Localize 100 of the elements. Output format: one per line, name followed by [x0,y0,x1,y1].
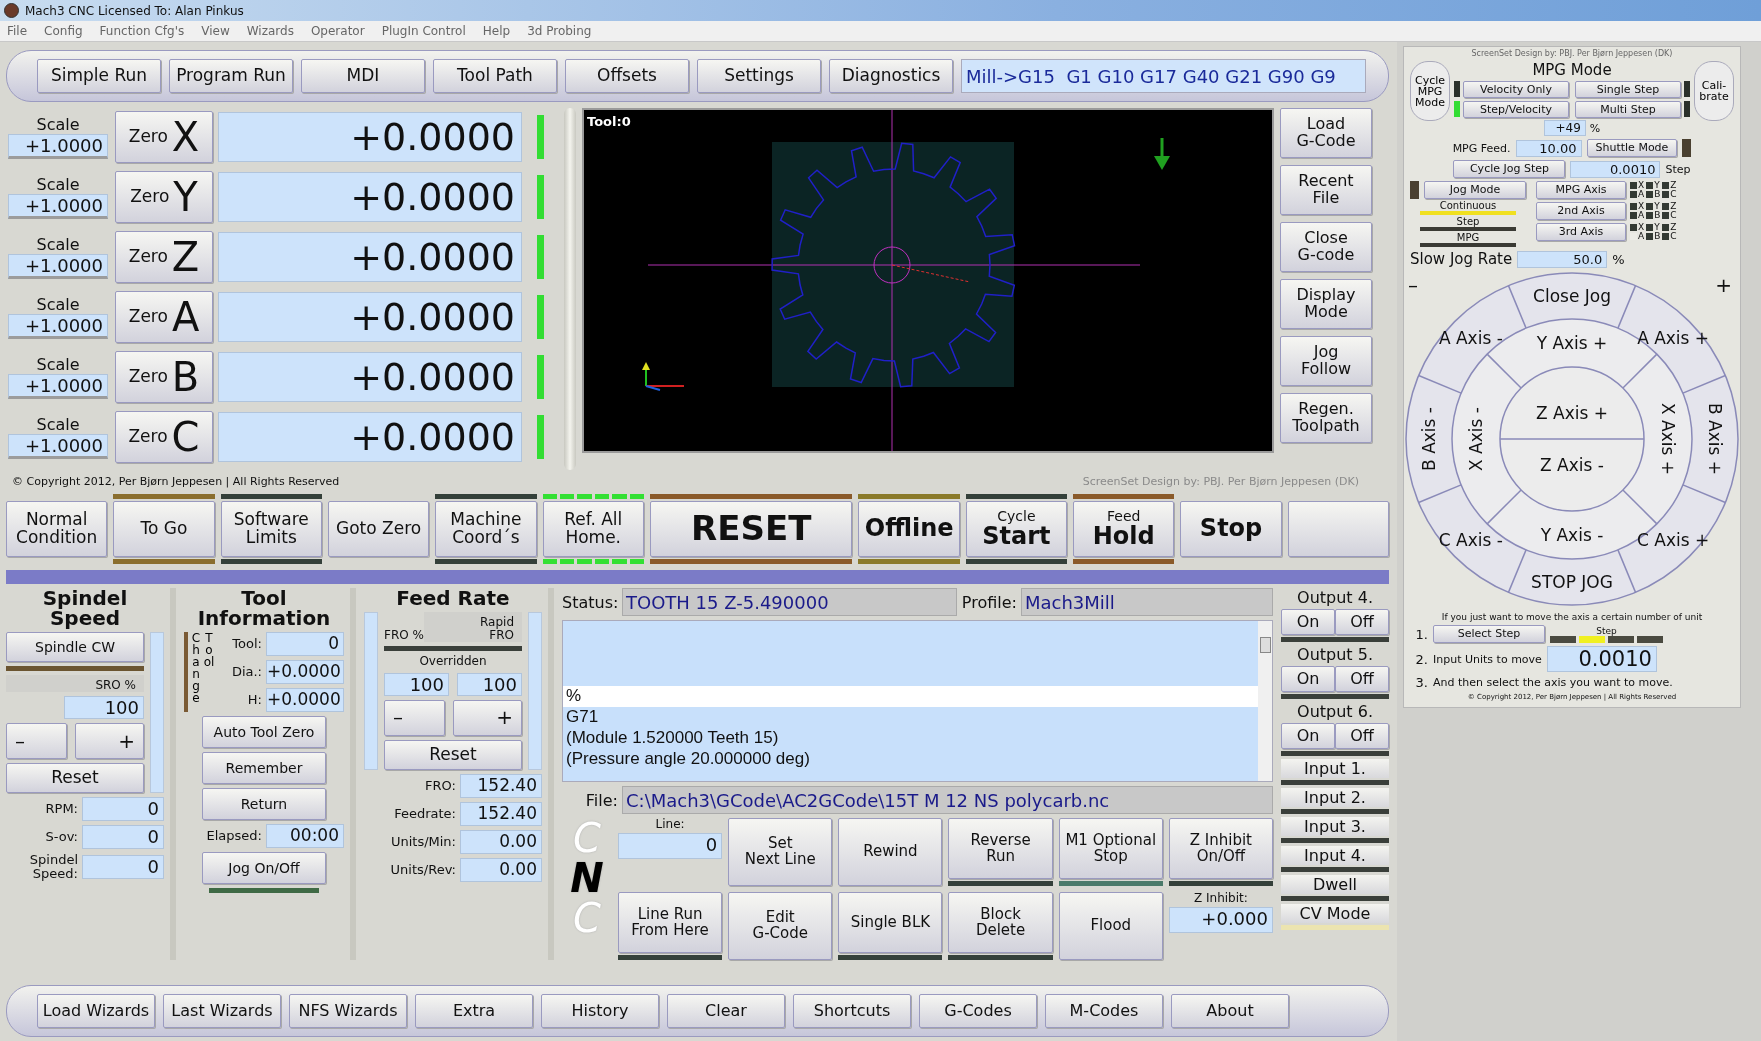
screen-tab[interactable]: Program Run [169,59,293,93]
axis-select-button[interactable]: 2nd Axis [1536,202,1626,220]
menu-item[interactable]: Config [44,24,83,38]
scale-field[interactable]: +1.0000 [8,134,108,159]
jog-button[interactable]: C Axis + [1637,530,1710,551]
scale-field[interactable]: +1.0000 [8,434,108,459]
reset-button[interactable]: Reset [384,739,522,770]
wizard-tab[interactable]: Load Wizards [37,994,155,1028]
jog-button[interactable]: C Axis - [1438,530,1503,551]
menu-item[interactable]: Wizards [246,24,294,38]
mpg-mode-button[interactable]: Step/Velocity [1463,101,1569,118]
wizard-tab[interactable]: About [1171,994,1289,1028]
program-button[interactable]: Single BLK [838,892,943,953]
units-field[interactable]: 0.0010 [1546,646,1657,672]
spindle-cw-button[interactable]: Spindle CW [6,632,144,662]
screen-tab[interactable]: Offsets [565,59,689,93]
menu-item[interactable]: View [201,24,230,38]
action-button[interactable]: Feed Hold [1073,501,1175,557]
decrease-button[interactable]: – [384,699,445,736]
menu-item[interactable]: Help [482,24,511,38]
action-button[interactable]: Offline [858,501,960,557]
off-button[interactable]: Off [1335,723,1389,749]
wizard-tab[interactable]: History [541,994,659,1028]
jog-button[interactable]: Close Jog [1533,286,1611,306]
scale-field[interactable]: +1.0000 [8,194,108,219]
reset-button[interactable]: Reset [6,763,144,794]
menu-item[interactable]: Function Cfg's [99,24,185,38]
blank-button[interactable] [1287,501,1390,557]
menu-item[interactable]: Operator [310,24,365,38]
scale-field[interactable]: +1.0000 [8,374,108,399]
wizard-tab[interactable]: Last Wizards [163,994,281,1028]
action-button[interactable]: Software Limits [220,501,322,557]
jog-button[interactable]: Z Axis + [1536,403,1608,423]
change-tool-button[interactable]: Change Tool [190,632,215,712]
action-button[interactable]: Machine Coord´s [435,501,537,557]
action-button[interactable]: Ref. All Home. [542,501,644,557]
gcode-line[interactable]: (Pressure angle 20.000000 deg) [563,749,1258,770]
program-button[interactable]: Set Next Line [728,818,833,886]
z-inhibit-field[interactable]: +0.000 [1168,907,1273,934]
jog-toggle-button[interactable]: Jog On/Off [202,852,326,884]
mpg-mode-button[interactable]: Single Step [1575,81,1681,98]
action-button[interactable]: Normal Condition [6,501,108,557]
jog-button[interactable]: Z Axis - [1540,455,1604,475]
action-button[interactable]: RESET [649,501,853,557]
on-button[interactable]: On [1281,609,1335,635]
shuttle-mode-button[interactable]: Shuttle Mode [1586,139,1678,157]
gcode-line[interactable]: (Module 1.520000 Teeth 15) [563,728,1258,749]
side-button[interactable]: Recent File [1280,165,1372,215]
wizard-tab[interactable]: Extra [415,994,533,1028]
increase-button[interactable]: + [75,723,144,760]
cycle-mpg-mode-button[interactable]: Cycle MPG Mode [1410,61,1450,121]
decrease-button[interactable]: – [6,723,67,760]
menu-item[interactable]: 3d Probing [527,24,592,38]
side-button[interactable]: Display Mode [1280,279,1372,329]
axis-select-button[interactable]: MPG Axis [1536,181,1626,199]
mpg-mode-button[interactable]: Velocity Only [1463,81,1569,98]
tool-button[interactable]: Auto Tool Zero [202,716,326,748]
program-button[interactable]: Block Delete [948,892,1053,953]
jog-mode-button[interactable]: Jog Mode [1424,181,1526,199]
tool-button[interactable]: Return [202,788,326,820]
screen-tab[interactable]: Tool Path [433,59,557,93]
gcode-line[interactable]: G71 [563,707,1258,728]
program-button[interactable]: Reverse Run [948,818,1053,879]
program-button[interactable]: Rewind [838,818,943,886]
wizard-tab[interactable]: NFS Wizards [289,994,407,1028]
increase-button[interactable]: + [453,699,522,736]
scale-field[interactable]: +1.0000 [8,254,108,279]
jog-button[interactable]: STOP JOG [1531,572,1613,592]
calibrate-button[interactable]: Cali- brate [1694,61,1734,121]
jog-button[interactable]: B Axis + [1705,403,1725,475]
side-button[interactable]: Regen. Toolpath [1280,393,1372,443]
menu-item[interactable]: PlugIn Control [381,24,466,38]
axis-select-button[interactable]: 3rd Axis [1536,223,1626,241]
off-button[interactable]: Off [1335,609,1389,635]
slow-jog-rate-field[interactable]: 50.0 [1517,250,1608,268]
program-button[interactable]: Z Inhibit On/Off [1168,818,1273,879]
wizard-tab[interactable]: Clear [667,994,785,1028]
side-button[interactable]: Close G-code [1280,222,1372,272]
menu-item[interactable]: File [7,24,28,38]
scrollbar[interactable] [1258,621,1272,781]
program-button[interactable]: Edit G-Code [728,892,833,960]
side-button[interactable]: Load G-Code [1280,108,1372,158]
tool-button[interactable]: Remember [202,752,326,784]
jog-button[interactable]: X Axis - [1466,407,1486,471]
select-step-button[interactable]: Select Step [1433,625,1545,643]
program-button[interactable]: M1 Optional Stop [1058,818,1163,879]
plus-sign[interactable]: + [1715,273,1732,297]
program-button[interactable]: Line Run From Here [618,892,723,953]
wizard-tab[interactable]: Shortcuts [793,994,911,1028]
action-button[interactable]: To Go [113,501,215,557]
scale-field[interactable]: +1.0000 [8,314,108,339]
on-button[interactable]: On [1281,723,1335,749]
side-button[interactable]: Jog Follow [1280,336,1372,386]
screen-tab[interactable]: Simple Run [37,59,161,93]
jog-button[interactable]: X Axis + [1658,403,1678,475]
jog-button[interactable]: A Axis + [1637,327,1710,348]
program-button[interactable]: Flood [1058,892,1163,960]
screen-tab[interactable]: Settings [697,59,821,93]
action-button[interactable]: Cycle Start [965,501,1068,557]
wizard-tab[interactable]: M-Codes [1045,994,1163,1028]
